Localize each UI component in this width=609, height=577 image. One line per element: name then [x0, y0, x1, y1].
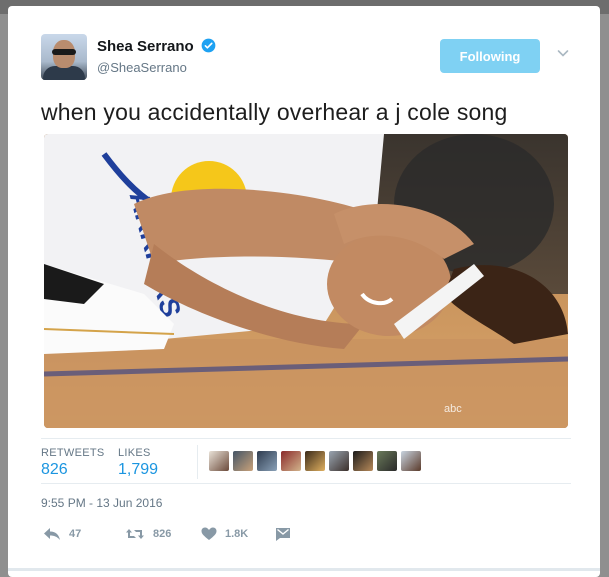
retweets-count: 826 [41, 461, 68, 478]
tweet-timestamp[interactable]: 9:55 PM - 13 Jun 2016 [41, 496, 162, 510]
tweet-card: Shea Serrano @SheaSerrano Following when… [8, 6, 600, 577]
chevron-down-icon[interactable] [557, 47, 569, 59]
retweets-stat[interactable]: RETWEETS 826 [41, 447, 105, 479]
liker-avatar[interactable] [305, 451, 325, 471]
liker-avatars [209, 451, 421, 471]
verified-badge-icon [201, 38, 216, 53]
tweet-header: Shea Serrano @SheaSerrano Following [41, 34, 571, 84]
tweet-media-photo[interactable]: ARRIORS 11 abc [44, 134, 568, 428]
avatar-sunglasses [52, 49, 76, 55]
tweet-stats: RETWEETS 826 LIKES 1,799 [41, 438, 571, 484]
tweet-actions: 47 826 1.8K [41, 524, 341, 548]
retweet-icon [126, 529, 144, 539]
likes-stat[interactable]: LIKES 1,799 [118, 447, 158, 479]
photo-illustration: ARRIORS 11 abc [44, 134, 568, 428]
tweet-text: when you accidentally overhear a j cole … [41, 99, 508, 125]
like-button[interactable]: 1.8K [201, 527, 248, 541]
author-display-name[interactable]: Shea Serrano [97, 38, 194, 55]
liker-avatar[interactable] [209, 451, 229, 471]
likes-label: LIKES [118, 447, 151, 459]
reply-count: 47 [69, 528, 82, 540]
following-button[interactable]: Following [440, 39, 540, 73]
liker-avatar[interactable] [377, 451, 397, 471]
stats-divider [197, 445, 198, 479]
liker-avatar[interactable] [401, 451, 421, 471]
liker-avatar[interactable] [329, 451, 349, 471]
retweets-label: RETWEETS [41, 447, 105, 459]
retweet-button[interactable]: 826 [125, 527, 171, 541]
likes-count: 1,799 [118, 461, 159, 478]
author-avatar[interactable] [41, 34, 87, 80]
direct-message-button[interactable] [275, 527, 291, 541]
like-count: 1.8K [225, 528, 249, 540]
reply-button[interactable]: 47 [43, 527, 81, 541]
heart-icon [201, 527, 217, 540]
broadcast-watermark: abc [444, 403, 462, 415]
liker-avatar[interactable] [257, 451, 277, 471]
author-info: Shea Serrano @SheaSerrano [97, 38, 216, 75]
liker-avatar[interactable] [353, 451, 373, 471]
reply-icon [44, 528, 60, 540]
avatar-shirt [43, 66, 85, 80]
retweet-count: 826 [153, 528, 172, 540]
author-handle[interactable]: @SheaSerrano [97, 60, 216, 75]
liker-avatar[interactable] [281, 451, 301, 471]
direct-message-icon [276, 528, 290, 541]
liker-avatar[interactable] [233, 451, 253, 471]
card-bottom-edge [8, 568, 600, 571]
